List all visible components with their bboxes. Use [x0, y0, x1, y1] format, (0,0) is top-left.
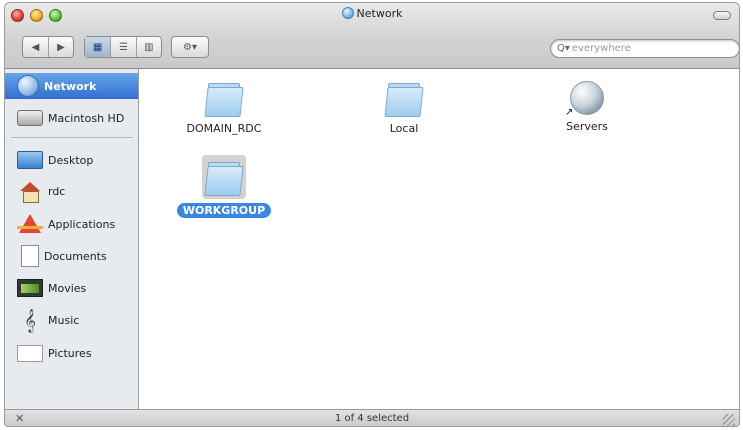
sidebar-item-label: Applications [48, 217, 116, 231]
music-icon: 𝄞 [24, 308, 36, 332]
action-button[interactable]: ⚙▾ [172, 37, 208, 57]
icon-view-icon: ▦ [92, 41, 103, 53]
hard-drive-icon [17, 110, 43, 126]
column-view-icon: ▥ [144, 41, 154, 53]
pictures-icon [17, 344, 43, 362]
applications-icon [17, 213, 43, 235]
sidebar-divider [11, 137, 133, 138]
item-label: DOMAIN_RDC [186, 122, 262, 135]
folder-item-local[interactable]: Local [349, 79, 459, 136]
window-title-text: Network [356, 7, 403, 20]
finder-window: Network ◀ ▶ ▦ ☰ ▥ ⚙▾ Q▾ everywhere Networ… [4, 2, 740, 427]
resize-grip[interactable] [723, 414, 735, 426]
sidebar: Network Macintosh HD Desktop rdc Applica… [5, 69, 139, 409]
search-icon: Q▾ [557, 43, 570, 54]
sidebar-item-music[interactable]: 𝄞 Music [5, 307, 138, 333]
folder-icon [204, 79, 244, 117]
folder-icon [202, 155, 246, 199]
navigation-segment: ◀ ▶ [22, 36, 74, 58]
sidebar-item-network[interactable]: Network [5, 73, 138, 99]
toolbar-toggle-button[interactable] [713, 11, 731, 20]
column-view-button[interactable]: ▥ [135, 37, 161, 57]
search-field[interactable]: Q▾ everywhere [550, 39, 739, 58]
view-mode-segment: ▦ ☰ ▥ [84, 36, 162, 58]
forward-button[interactable]: ▶ [47, 37, 73, 57]
gear-icon: ⚙▾ [183, 41, 197, 53]
sidebar-item-label: Network [44, 79, 97, 93]
documents-icon [21, 245, 39, 267]
network-globe-icon [341, 7, 354, 19]
item-label: WORKGROUP [176, 203, 272, 218]
sidebar-item-desktop[interactable]: Desktop [5, 147, 138, 173]
list-view-button[interactable]: ☰ [110, 37, 135, 57]
status-bar: ✕ 1 of 4 selected [5, 409, 739, 426]
search-placeholder: everywhere [571, 43, 631, 54]
desktop-icon [17, 151, 43, 169]
home-icon [17, 180, 43, 203]
sidebar-item-applications[interactable]: Applications [5, 211, 138, 237]
sidebar-item-movies[interactable]: Movies [5, 275, 138, 301]
servers-item[interactable]: ↗ Servers [532, 81, 642, 134]
folder-icon [384, 79, 424, 117]
item-label: Local [389, 122, 419, 135]
sidebar-item-label: rdc [48, 184, 66, 198]
sidebar-item-label: Pictures [48, 346, 92, 360]
sidebar-item-label: Desktop [48, 153, 94, 167]
folder-item-workgroup[interactable]: WORKGROUP [169, 155, 279, 218]
sidebar-item-label: Movies [48, 281, 87, 295]
title-bar: Network ◀ ▶ ▦ ☰ ▥ ⚙▾ Q▾ everywhere [5, 3, 739, 69]
item-label: Servers [566, 120, 608, 133]
back-arrow-icon: ◀ [31, 41, 40, 53]
movies-icon [17, 279, 43, 297]
alias-arrow-icon: ↗ [565, 107, 574, 118]
network-globe-icon [17, 75, 39, 97]
folder-item-domain-rdc[interactable]: DOMAIN_RDC [169, 79, 279, 136]
sidebar-item-rdc[interactable]: rdc [5, 178, 138, 204]
content-area: DOMAIN_RDC Local ↗ Servers WORKGROUP [139, 69, 739, 409]
forward-arrow-icon: ▶ [57, 41, 65, 53]
sidebar-item-label: Macintosh HD [48, 111, 125, 125]
sidebar-resize-icon[interactable]: ✕ [15, 410, 24, 426]
sidebar-item-macintosh-hd[interactable]: Macintosh HD [5, 105, 138, 131]
sidebar-item-label: Documents [44, 249, 107, 263]
action-menu: ⚙▾ [171, 36, 209, 58]
window-title: Network [5, 7, 739, 20]
sidebar-item-documents[interactable]: Documents [5, 243, 138, 269]
back-button[interactable]: ◀ [23, 37, 48, 57]
sidebar-item-label: Music [48, 313, 80, 327]
status-text: 1 of 4 selected [334, 413, 410, 424]
icon-view-button[interactable]: ▦ [85, 37, 111, 57]
sidebar-item-pictures[interactable]: Pictures [5, 340, 138, 366]
network-globe-icon: ↗ [565, 81, 604, 118]
list-view-icon: ☰ [119, 41, 128, 53]
